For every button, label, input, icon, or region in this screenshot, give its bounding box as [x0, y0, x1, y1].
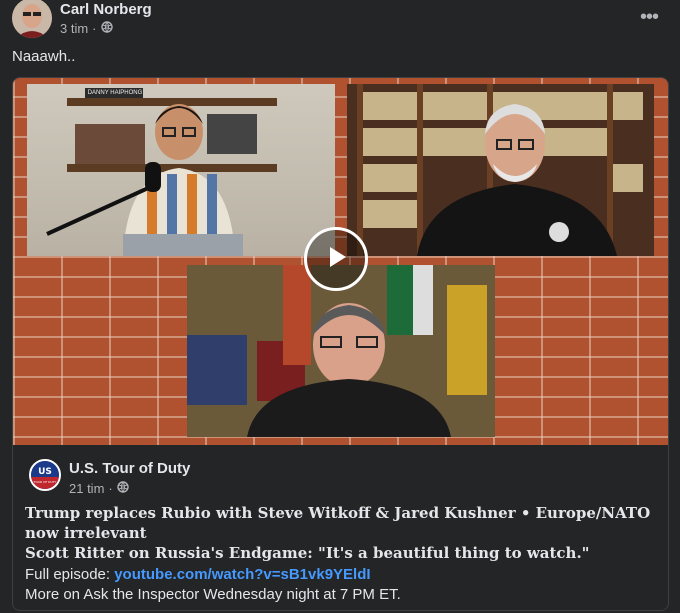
globe-icon [117, 481, 129, 496]
post-subheadline: Scott Ritter on Russia's Endgame: "It's … [25, 543, 655, 563]
play-icon [322, 243, 350, 276]
post-headline: Trump replaces Rubio with Steve Witkoff … [25, 504, 651, 542]
author-name[interactable]: Carl Norberg [60, 1, 152, 18]
author-avatar[interactable] [12, 0, 52, 38]
video-player[interactable]: DANNY HAIPHONG [13, 78, 668, 445]
post-meta: 3 tim · [60, 21, 113, 36]
play-button[interactable] [304, 227, 368, 291]
post-header: Carl Norberg 3 tim · ••• [12, 0, 668, 40]
subheadline-quote: : "It's a beautiful thing to watch." [307, 544, 590, 562]
subheadline-bold: Scott Ritter on Russia's Endgame [25, 544, 308, 562]
logo-text-top: US [38, 467, 52, 477]
episode-label: Full episode: [25, 566, 115, 583]
episode-line: Full episode: youtube.com/watch?v=sB1vk9… [25, 566, 371, 583]
more-icon: ••• [639, 6, 659, 28]
video-pane-guest-left [347, 84, 654, 256]
logo-text-bottom: TOUR OF DUTY [33, 480, 57, 484]
video-pane-host: DANNY HAIPHONG [27, 84, 335, 256]
page-name[interactable]: U.S. Tour of Duty [69, 460, 190, 477]
episode-link[interactable]: youtube.com/watch?v=sB1vk9YEldI [114, 566, 370, 583]
shared-post-card[interactable]: DANNY HAIPHONG US TOUR OF DUTY U.S. Tour… [12, 77, 669, 611]
post-time[interactable]: 3 tim [60, 21, 88, 36]
post-text: Naaawh.. [12, 48, 76, 65]
globe-icon [100, 21, 113, 36]
more-options-button[interactable]: ••• [639, 6, 659, 29]
shared-post-time[interactable]: 21 tim [69, 481, 104, 496]
more-info-text: More on Ask the Inspector Wednesday nigh… [25, 586, 401, 603]
nameplate: DANNY HAIPHONG [87, 90, 143, 96]
shared-post-meta: 21 tim · [69, 481, 129, 496]
shared-post-details: US TOUR OF DUTY U.S. Tour of Duty 21 tim… [13, 445, 668, 610]
page-logo[interactable]: US TOUR OF DUTY [29, 459, 61, 491]
video-pane-guest-center [187, 265, 495, 437]
